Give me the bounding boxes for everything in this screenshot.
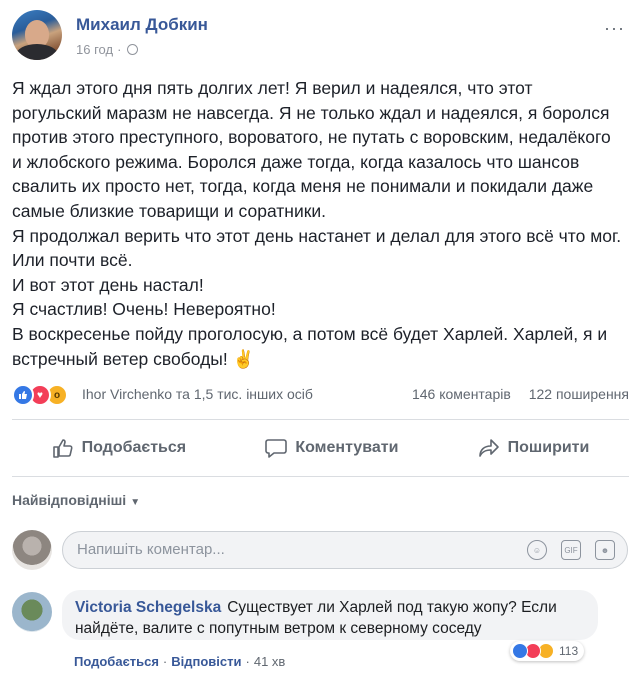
comment-actions: Подобається · Відповісти · 41 хв (74, 654, 285, 669)
post-counts: 146 коментарів 122 поширення (398, 386, 629, 402)
like-label: Подобається (81, 439, 187, 456)
divider (12, 476, 629, 477)
commenter-name[interactable]: Victoria Schegelska (75, 599, 221, 616)
like-reaction-icon (12, 384, 34, 406)
globe-icon (127, 44, 139, 55)
share-icon (478, 439, 499, 457)
comment-input[interactable]: Напишіть коментар... ☺ GIF ☻ (62, 531, 628, 569)
post-paragraph: Я ждал этого дня пять долгих лет! Я вери… (12, 78, 611, 221)
sort-label: Найвідповідніші (12, 492, 127, 508)
separator: · (162, 654, 168, 669)
like-reaction-icon (512, 643, 528, 659)
post-text: Я ждал этого дня пять долгих лет! Я вери… (12, 76, 622, 371)
comment-label: Коментувати (295, 439, 399, 456)
comment-placeholder: Напишіть коментар... (77, 541, 225, 558)
share-button[interactable]: Поширити (478, 438, 590, 458)
share-label: Поширити (507, 439, 590, 456)
chevron-down-icon: ▼ (130, 497, 141, 508)
post-time[interactable]: 16 год (76, 42, 113, 57)
shares-count[interactable]: 122 поширення (529, 386, 629, 402)
reactions-summary: ♥ o Ihor Virchenko та 1,5 тис. інших осі… (12, 382, 629, 406)
comments-count[interactable]: 146 коментарів (412, 386, 511, 402)
thumbs-up-icon (52, 439, 73, 458)
post-header: Михаил Добкин 16 год · ··· (12, 10, 629, 62)
post-paragraph: В воскресенье пойду проголосую, а потом … (12, 323, 608, 369)
sticker-icon[interactable]: ☻ (595, 540, 615, 560)
comment-reaction-count: 113 (559, 644, 579, 658)
avatar-suit (16, 44, 58, 60)
commenter-avatar[interactable] (12, 592, 52, 632)
reactors-text[interactable]: Ihor Virchenko та 1,5 тис. інших осіб (82, 386, 313, 402)
divider (12, 419, 629, 420)
comment-sort-dropdown[interactable]: Найвідповідніші ▼ (12, 492, 140, 508)
author-avatar[interactable] (12, 10, 62, 60)
comment-bubble: Victoria Schegelska Существует ли Харлей … (62, 590, 598, 640)
meta-separator: · (117, 42, 122, 57)
comment-button[interactable]: Коментувати (265, 438, 398, 458)
reaction-icons[interactable]: ♥ o (12, 384, 68, 406)
emoji-icon[interactable]: ☺ (527, 540, 547, 560)
gif-icon[interactable]: GIF (561, 540, 581, 560)
composer-icons: ☺ GIF ☻ (513, 540, 615, 560)
comment-time[interactable]: 41 хв (254, 654, 285, 669)
post-paragraph: Я продолжал верить что этот день настане… (12, 225, 622, 271)
author-name[interactable]: Михаил Добкин (76, 15, 208, 35)
post-paragraph: Я счастлив! Очень! Невероятно! (12, 299, 276, 320)
post-actions: Подобається Коментувати Поширити (12, 430, 629, 466)
post-paragraph: И вот этот день настал! (12, 274, 204, 295)
separator: · (245, 654, 250, 669)
comment-like-link[interactable]: Подобається (74, 654, 159, 669)
like-button[interactable]: Подобається (52, 438, 187, 458)
comment-icon (265, 439, 288, 458)
post-meta: 16 год · (76, 42, 139, 57)
current-user-avatar[interactable] (12, 530, 52, 570)
comment-reactions[interactable]: 113 (510, 641, 585, 661)
more-options-icon[interactable]: ··· (604, 18, 625, 39)
comment-reply-link[interactable]: Відповісти (171, 654, 241, 669)
